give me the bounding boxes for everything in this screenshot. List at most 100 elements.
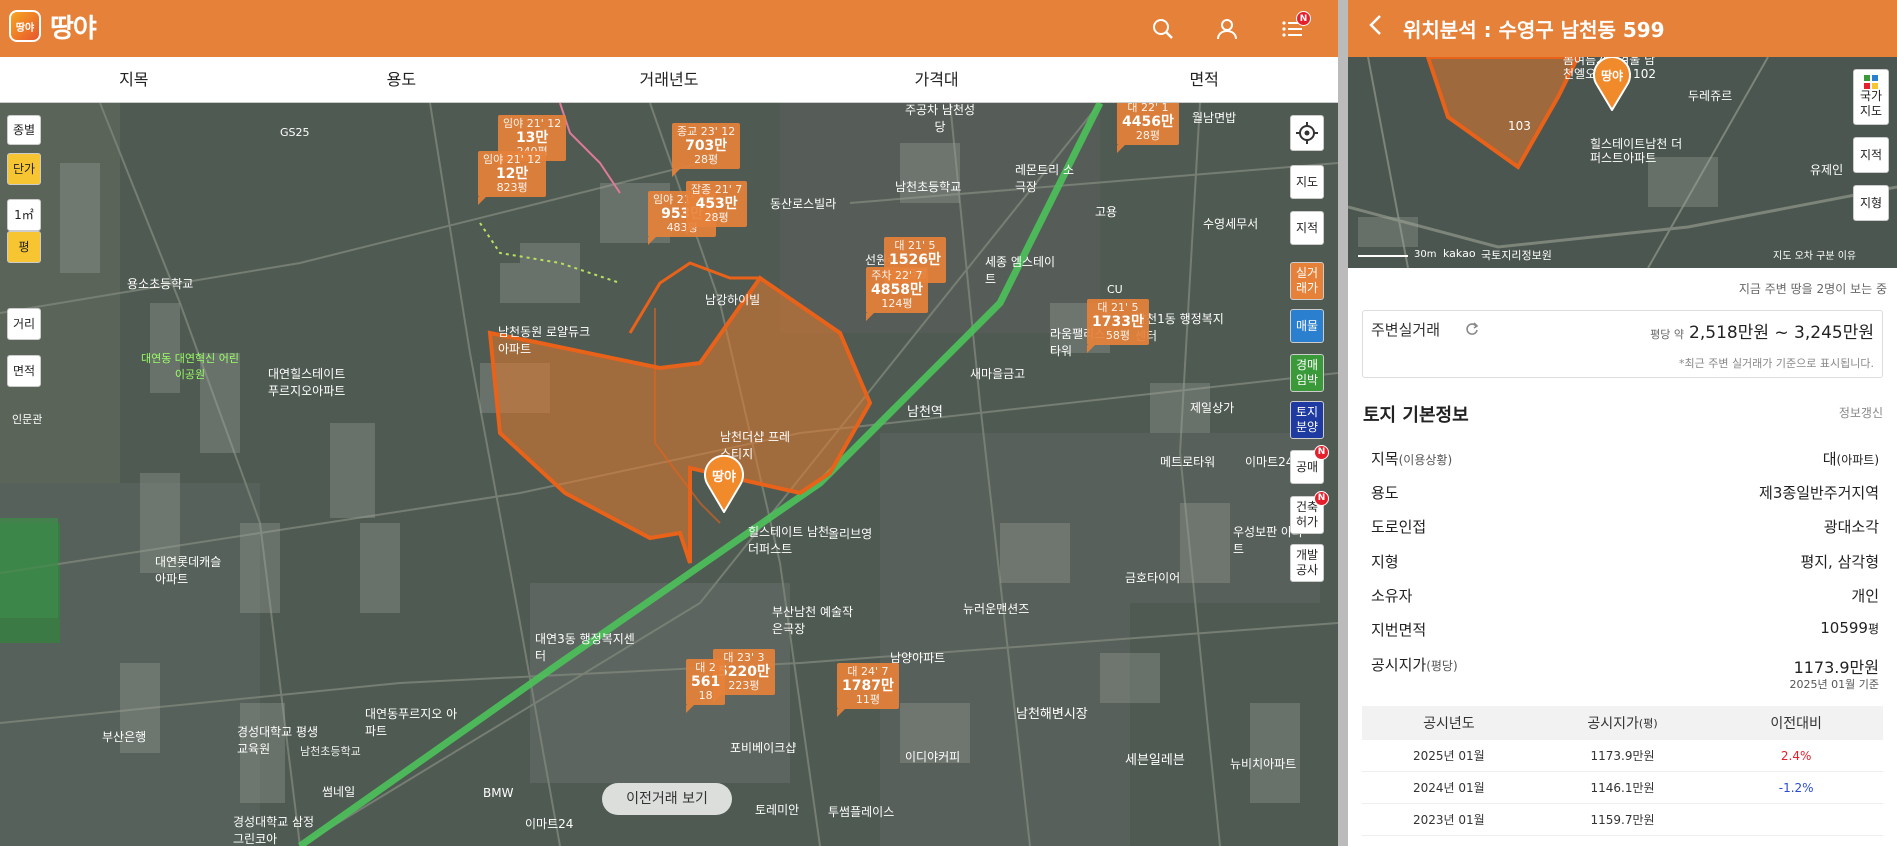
map-label: 썸네일 xyxy=(322,785,356,799)
info-row-yongdo: 용도 제3종일반주거지역 xyxy=(1371,484,1879,502)
layer-real-trade-button[interactable]: 실거래가 xyxy=(1290,262,1324,300)
price-tag[interactable]: 대 22' 1 4456만 28평 xyxy=(1117,103,1179,153)
map-label: 세종 엠스테이트 xyxy=(985,255,1056,286)
map-toggle-pyeong[interactable]: 평 xyxy=(7,231,41,263)
filter-trade-year[interactable]: 거래년도 xyxy=(535,57,803,102)
back-arrow-icon[interactable] xyxy=(1368,14,1384,42)
info-row-official-price: 공시지가(평당) 1173.9만원 2025년 01월 기준 xyxy=(1371,656,1879,691)
map-label: GS25 xyxy=(280,126,310,139)
map-toggle-sqm[interactable]: 1㎡ xyxy=(7,199,41,231)
map-label: 주공차 남천성당 xyxy=(904,103,976,134)
panel-title: 위치분석 : 수영구 남천동 599 xyxy=(1403,18,1665,42)
map-label: 제일상가 xyxy=(1190,401,1235,415)
mini-map-credit: 지도 오차 구분 이유 xyxy=(1773,251,1857,262)
app-logo-icon[interactable]: 땅야 xyxy=(9,10,41,42)
refresh-icon[interactable] xyxy=(1465,321,1479,340)
price-tag[interactable]: 종교 23' 12 703만 28평 xyxy=(672,123,741,177)
mini-map-label: 두레쥬르 xyxy=(1688,89,1733,103)
map-label: 힐스테이트 남천더퍼스트 xyxy=(748,525,830,556)
location-analysis-panel: 위치분석 : 수영구 남천동 599 봄여름가을겨울 남천엘오피스텔 102 두… xyxy=(1348,0,1897,846)
layer-public-sale-button[interactable]: 공매 N xyxy=(1290,445,1329,484)
map-label: 남천동원 로얄듀크아파트 xyxy=(498,325,591,356)
mini-map-marker[interactable]: 땅야 xyxy=(1592,57,1632,112)
filter-price-range[interactable]: 가격대 xyxy=(803,57,1071,102)
mini-map-label: 유제인 xyxy=(1810,163,1844,177)
new-badge: N xyxy=(1314,491,1329,506)
layer-building-permit-button[interactable]: 건축허가 N xyxy=(1290,491,1329,534)
layer-development-button[interactable]: 개발공사 xyxy=(1290,544,1324,582)
selected-location-marker[interactable]: 땅야 xyxy=(703,454,745,514)
map-label: 대연동 대연혁신 어린이공원 xyxy=(140,352,240,381)
map-label: 금호타이어 xyxy=(1125,571,1181,585)
price-tag[interactable]: 주차 22' 7 4858만 124평 xyxy=(866,267,928,321)
layer-auction-button[interactable]: 경매임박 xyxy=(1290,354,1324,392)
map-panel: 땅야 땅야 N 지목 용도 거래년도 가격대 면적 남천초등학교 주공차 남천성… xyxy=(0,0,1338,846)
mini-map-cadastral-button[interactable]: 지적 xyxy=(1853,137,1889,173)
map-layer-map-button[interactable]: 지도 xyxy=(1290,165,1324,199)
national-map-button[interactable]: 국가지도 xyxy=(1853,69,1889,125)
viewer-count-text: 지금 주변 땅을 2명이 보는 중 xyxy=(1738,282,1887,296)
map-label: 대연동푸르지오 아파트 xyxy=(365,707,458,738)
table-row: 2025년 01월 1173.9만원 2.4% xyxy=(1362,740,1883,772)
map-label: 레몬트리 소극장 xyxy=(1015,163,1075,194)
mini-map[interactable]: 봄여름가을겨울 남천엘오피스텔 102 두레쥬르 힐스테이트남천 더퍼스트아파트… xyxy=(1348,57,1897,268)
layer-listings-button[interactable]: 매물 xyxy=(1290,309,1324,343)
info-row-road: 도로인접 광대소각 xyxy=(1371,518,1879,536)
map-label: 올리브영 xyxy=(828,527,873,541)
app-name[interactable]: 땅야 xyxy=(50,8,97,45)
filter-yongdo[interactable]: 용도 xyxy=(268,57,536,102)
map-label: CU xyxy=(1107,283,1123,296)
info-row-owner: 소유자 개인 xyxy=(1371,587,1879,605)
map-label: 남천역 xyxy=(907,405,943,420)
mini-map-credit: kakao xyxy=(1443,247,1476,260)
price-tag[interactable]: 임야 21' 12 12만 823평 xyxy=(478,151,547,205)
map-label: 세븐일레븐 xyxy=(1125,753,1185,768)
menu-list-icon[interactable]: N xyxy=(1275,11,1311,46)
map-label: 경성대학교 평생교육원 xyxy=(237,725,319,756)
table-row: 2024년 01월 1146.1만원 -1.2% xyxy=(1362,772,1883,804)
filter-bar: 지목 용도 거래년도 가격대 면적 xyxy=(0,57,1338,103)
distance-tool-button[interactable]: 거리 xyxy=(7,308,41,340)
map-label: 수영세무서 xyxy=(1203,217,1259,231)
map-label: 새마을금고 xyxy=(970,367,1026,381)
locate-me-icon[interactable] xyxy=(1290,115,1324,151)
price-tag[interactable]: 잡종 21' 7 453만 28평 xyxy=(686,181,748,235)
filter-area[interactable]: 면적 xyxy=(1070,57,1338,102)
table-header: 공시년도 공시지가 (평) 이전대비 xyxy=(1362,706,1883,740)
map-label: 인문관 xyxy=(12,413,43,426)
price-tag[interactable]: 대 21' 5 1733만 58평 xyxy=(1087,299,1149,353)
map-layer-cadastral-button[interactable]: 지적 xyxy=(1290,211,1324,245)
area-tool-button[interactable]: 면적 xyxy=(7,355,41,387)
map-label: 남강하이빌 xyxy=(705,293,761,307)
info-row-jimok: 지목(이용상황) 대(아파트) xyxy=(1371,450,1879,468)
mini-map-terrain-button[interactable]: 지형 xyxy=(1853,185,1889,221)
price-tag[interactable]: 대 24' 7 1787만 11평 xyxy=(837,663,899,717)
map-label: 용소초등학교 xyxy=(127,277,194,291)
map-label: 부산남천 예술작은극장 xyxy=(772,605,854,636)
map-label: 경성대학교 삼정그린코아 xyxy=(233,815,315,846)
map-toggle-type[interactable]: 종별 xyxy=(7,115,41,145)
user-icon[interactable] xyxy=(1210,12,1244,46)
map-label: 남천해변시장 xyxy=(1016,707,1088,722)
map-canvas[interactable]: 남천초등학교 주공차 남천성당 남천초등학교 동산로스빌라 용소초등학교 대연동… xyxy=(0,103,1338,846)
nearby-trades-note: *최근 주변 실거래가 기준으로 표시됩니다. xyxy=(1678,357,1874,370)
map-label: 포비베이크샵 xyxy=(730,741,797,755)
panel-divider[interactable] xyxy=(1338,0,1348,846)
nearby-price-range: 2,518만원 ~ 3,245만원 xyxy=(1689,323,1874,343)
nearby-trades-box: 주변실거래 평당 약 2,518만원 ~ 3,245만원 *최근 주변 실거래가… xyxy=(1362,310,1883,378)
map-toggle-unit-price[interactable]: 단가 xyxy=(7,153,41,185)
filter-jimok[interactable]: 지목 xyxy=(0,57,268,102)
map-label: 동산로스빌라 xyxy=(770,197,837,211)
search-icon[interactable] xyxy=(1146,12,1180,46)
layer-land-sale-button[interactable]: 토지분양 xyxy=(1290,401,1324,439)
price-tag[interactable]: 대 2 561 18 xyxy=(686,659,726,713)
info-row-terrain: 지형 평지, 삼각형 xyxy=(1371,553,1879,571)
map-label: 남천초등학교 xyxy=(895,180,962,194)
map-label: 대연롯데캐슬 아파트 xyxy=(155,555,222,586)
map-label: 부산은행 xyxy=(102,730,147,744)
map-label: 뉴비치아파트 xyxy=(1230,757,1297,771)
map-label: 이디야커피 xyxy=(905,750,961,764)
view-history-button[interactable]: 이전거래 보기 xyxy=(602,783,732,815)
map-label: 월남면밥 xyxy=(1192,111,1237,125)
refresh-info-link[interactable]: 정보갱신 xyxy=(1839,404,1883,421)
